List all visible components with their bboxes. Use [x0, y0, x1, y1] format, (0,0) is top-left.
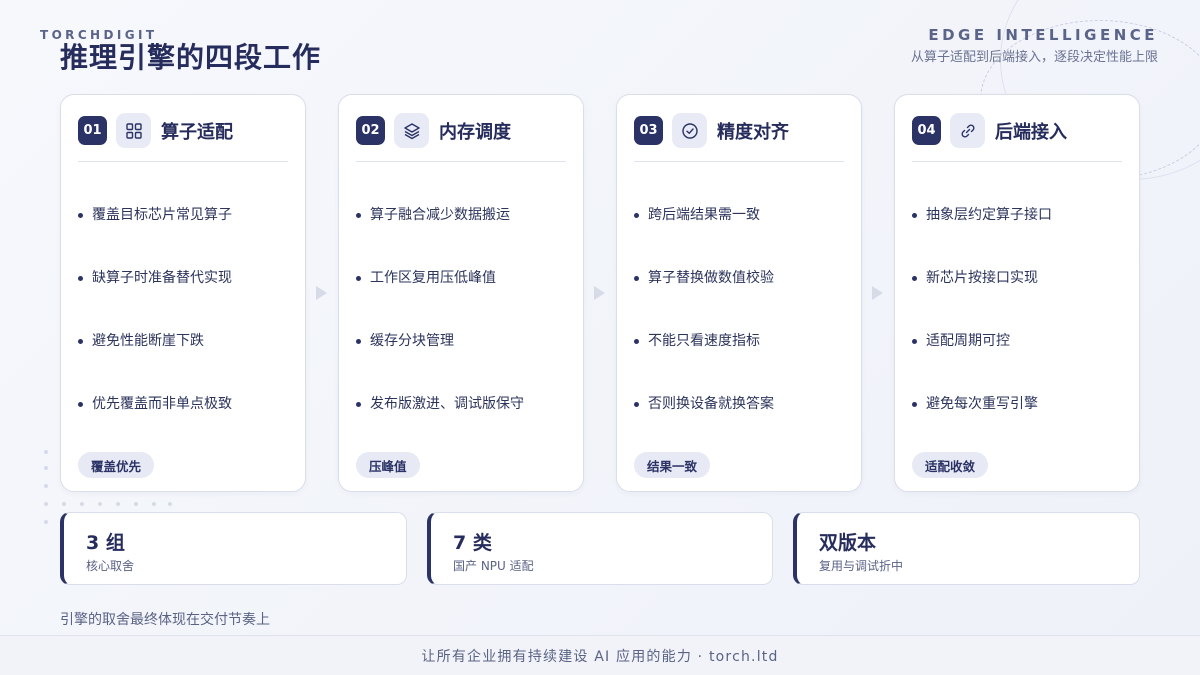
layers-icon	[394, 113, 429, 148]
stat-value: 7 类	[453, 532, 492, 554]
arrow-right-icon	[594, 286, 605, 300]
list-item: 否则换设备就换答案	[634, 394, 851, 457]
arrow-right-icon	[872, 286, 883, 300]
header-right: EDGE INTELLIGENCE 从算子适配到后端接入，逐段决定性能上限	[911, 26, 1158, 65]
list-item: 缓存分块管理	[356, 331, 573, 394]
card-tag: 压峰值	[356, 452, 420, 478]
list-item: 避免每次重写引擎	[912, 394, 1129, 457]
card-title: 后端接入	[995, 121, 1067, 143]
bullet-list: 覆盖目标芯片常见算子 缺算子时准备替代实现 避免性能断崖下跌 优先覆盖而非单点极…	[78, 205, 295, 457]
arrow-right-icon	[316, 286, 327, 300]
link-icon	[950, 113, 985, 148]
bullet-list: 跨后端结果需一致 算子替换做数值校验 不能只看速度指标 否则换设备就换答案	[634, 205, 851, 457]
stat-card-2: 7 类 国产 NPU 适配	[427, 512, 773, 585]
card-title: 算子适配	[161, 121, 233, 143]
stage-card-3: 03 精度对齐 跨后端结果需一致 算子替换做数值校验 不能只看速度指标 否则换设…	[616, 94, 862, 492]
step-number: 01	[78, 116, 107, 145]
footer-bar: 让所有企业拥有持续建设 AI 应用的能力 · torch.ltd	[0, 635, 1200, 675]
list-item: 缺算子时准备替代实现	[78, 268, 295, 331]
header-subtitle: 从算子适配到后端接入，逐段决定性能上限	[910, 50, 1158, 65]
stat-label: 复用与调试折中	[819, 559, 904, 573]
check-circle-icon	[672, 113, 707, 148]
card-header: 03 精度对齐	[634, 112, 844, 162]
list-item: 工作区复用压低峰值	[356, 268, 573, 331]
stage-card-1: 01 算子适配 覆盖目标芯片常见算子 缺算子时准备替代实现 避免性能断崖下跌 优…	[60, 94, 306, 492]
step-number: 04	[912, 116, 941, 145]
list-item: 避免性能断崖下跌	[78, 331, 295, 394]
stat-card-3: 双版本 复用与调试折中	[793, 512, 1140, 585]
stat-label: 国产 NPU 适配	[453, 559, 534, 573]
list-item: 覆盖目标芯片常见算子	[78, 205, 295, 268]
card-tag: 适配收敛	[912, 452, 989, 478]
stat-value: 双版本	[819, 532, 877, 554]
stage-card-4: 04 后端接入 抽象层约定算子接口 新芯片按接口实现 适配周期可控 避免每次重写…	[894, 94, 1140, 492]
page-title: 推理引擎的四段工作	[60, 41, 322, 74]
list-item: 新芯片按接口实现	[912, 268, 1129, 331]
card-header: 01 算子适配	[78, 112, 288, 162]
list-item: 抽象层约定算子接口	[912, 205, 1129, 268]
step-number: 03	[634, 116, 663, 145]
list-item: 算子融合减少数据搬运	[356, 205, 573, 268]
grid-icon	[116, 113, 151, 148]
stat-card-1: 3 组 核心取舍	[60, 512, 407, 585]
list-item: 不能只看速度指标	[634, 331, 851, 394]
list-item: 适配周期可控	[912, 331, 1129, 394]
stat-label: 核心取舍	[86, 559, 135, 573]
card-header: 02 内存调度	[356, 112, 566, 162]
card-tag: 覆盖优先	[78, 452, 155, 478]
bullet-list: 抽象层约定算子接口 新芯片按接口实现 适配周期可控 避免每次重写引擎	[912, 205, 1129, 457]
stat-value: 3 组	[86, 532, 125, 554]
card-title: 精度对齐	[717, 121, 789, 143]
footer-text: 让所有企业拥有持续建设 AI 应用的能力 · torch.ltd	[421, 648, 779, 665]
card-title: 内存调度	[439, 121, 511, 143]
list-item: 跨后端结果需一致	[634, 205, 851, 268]
bullet-list: 算子融合减少数据搬运 工作区复用压低峰值 缓存分块管理 发布版激进、调试版保守	[356, 205, 573, 457]
card-tag: 结果一致	[634, 452, 711, 478]
list-item: 发布版激进、调试版保守	[356, 394, 573, 457]
stage-card-2: 02 内存调度 算子融合减少数据搬运 工作区复用压低峰值 缓存分块管理 发布版激…	[338, 94, 584, 492]
footnote: 引擎的取舍最终体现在交付节奏上	[60, 612, 270, 628]
list-item: 算子替换做数值校验	[634, 268, 851, 331]
step-number: 02	[356, 116, 385, 145]
card-header: 04 后端接入	[912, 112, 1122, 162]
header-tagline: EDGE INTELLIGENCE	[928, 26, 1158, 44]
list-item: 优先覆盖而非单点极致	[78, 394, 295, 457]
